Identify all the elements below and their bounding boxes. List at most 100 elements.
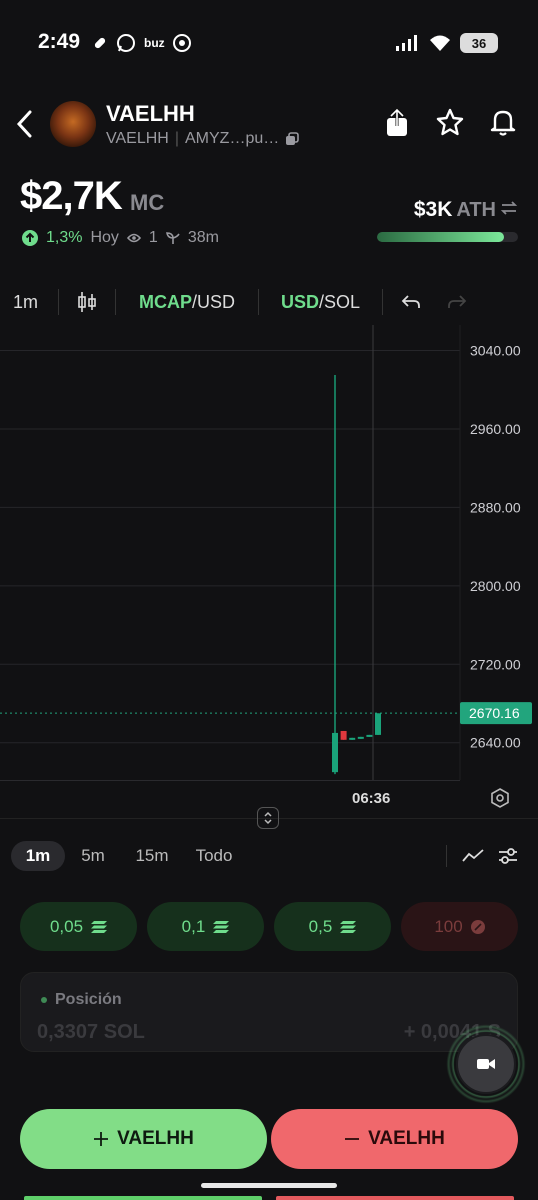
market-cap-value: $2,7K <box>20 174 123 218</box>
y-tick-label: 2720.00 <box>470 656 521 672</box>
currency-toggle[interactable]: USD/SOL <box>281 292 360 313</box>
candle-body <box>349 737 356 740</box>
battery-icon: 36 <box>460 33 498 53</box>
token-symbol: VAELHH <box>106 130 169 147</box>
quick-buy-amount: 0,05 <box>49 916 84 936</box>
share-icon[interactable] <box>384 108 410 138</box>
line-chart-icon[interactable] <box>462 848 484 864</box>
mcap-toggle[interactable]: MCAP/USD <box>139 292 235 313</box>
usd-label: USD <box>281 291 320 312</box>
copy-icon[interactable] <box>285 132 300 146</box>
buy-button[interactable]: VAELHH <box>20 1109 267 1169</box>
token-address[interactable]: AMYZ…pu… <box>185 130 279 148</box>
buy-button-peek <box>24 1196 262 1200</box>
timeframe-1m[interactable]: 1m <box>11 841 65 871</box>
ath-label: ATH <box>456 199 496 221</box>
star-icon[interactable] <box>436 108 464 136</box>
token-subtitle: VAELHH | AMYZ…pu… <box>106 130 300 148</box>
usd-quote: /SOL <box>319 291 361 312</box>
quick-buy-0-5[interactable]: 0,5 <box>274 902 391 951</box>
status-time: 2:49 <box>38 30 81 53</box>
position-amount: 0,3307 SOL <box>37 1021 145 1043</box>
quick-buy-0-1[interactable]: 0,1 <box>147 902 264 951</box>
quick-sell-amount: 100 <box>434 916 463 936</box>
buz-badge: buz <box>144 36 165 50</box>
header-actions <box>384 108 516 138</box>
quick-buy-amount: 0,1 <box>181 916 206 936</box>
toolbar-divider <box>58 289 60 315</box>
price-chart[interactable]: 3040.00 2960.00 2880.00 2800.00 2720.00 2640.… <box>0 325 538 825</box>
candle-body <box>332 732 338 773</box>
minus-icon <box>345 1138 360 1140</box>
quick-sell-100: 100 <box>401 902 518 951</box>
x-axis-time-label: 06:36 <box>352 790 391 807</box>
ath-progress-fill <box>377 232 504 242</box>
position-header: Posición <box>41 991 122 1009</box>
buy-label: VAELHH <box>117 1128 194 1149</box>
candle <box>357 736 364 739</box>
home-indicator[interactable] <box>201 1183 337 1188</box>
signal-icon <box>396 35 417 51</box>
token-name: VAELHH <box>106 101 195 126</box>
position-dot <box>41 997 47 1003</box>
battery-level: 36 <box>471 35 487 51</box>
mcap-quote: /USD <box>192 291 236 312</box>
back-button[interactable] <box>14 108 36 145</box>
y-tick-label: 2800.00 <box>470 578 521 594</box>
token-age: 38m <box>187 229 219 246</box>
candlestick-icon[interactable] <box>77 291 97 313</box>
timeframe-all[interactable]: Todo <box>188 841 240 871</box>
sell-button-peek <box>276 1196 514 1200</box>
resize-handle[interactable] <box>257 807 279 829</box>
pill-icon <box>94 37 106 49</box>
chevron-left-icon <box>16 110 32 138</box>
plus-icon <box>94 1132 109 1146</box>
ath-value: $3K <box>413 198 453 221</box>
ath-block: $3K ATH <box>414 198 518 222</box>
wifi-icon <box>430 35 450 51</box>
candle-body <box>340 730 347 740</box>
timeframe-5m[interactable]: 5m <box>72 841 114 871</box>
toolbar-divider <box>382 289 384 315</box>
y-tick-label: 2640.00 <box>470 735 521 751</box>
system-icons: 36 <box>396 33 498 53</box>
sliders-icon[interactable] <box>498 846 518 866</box>
current-price-label: 2670.16 <box>469 705 520 721</box>
current-price-line: 2670.16 <box>0 702 532 725</box>
candle <box>340 730 347 740</box>
video-record-button[interactable] <box>456 1034 516 1094</box>
timeframe-15m[interactable]: 15m <box>127 841 177 871</box>
price-change: 1,3% <box>46 229 83 246</box>
candle-body <box>366 734 373 737</box>
sell-button[interactable]: VAELHH <box>271 1109 518 1169</box>
position-card[interactable]: Posición 0,3307 SOL + 0,0041 S <box>20 972 518 1052</box>
candle-body <box>375 713 381 735</box>
candle <box>332 375 338 775</box>
quick-buy-amount: 0,5 <box>308 916 333 936</box>
hexagon-settings-icon[interactable] <box>490 788 510 808</box>
bell-icon[interactable] <box>490 108 516 136</box>
chart-toolbar: 1m MCAP/USD USD/SOL <box>0 284 538 320</box>
price-stats: 1,3% Hoy 1 38m <box>22 229 219 247</box>
ath-progress-bar <box>377 232 518 242</box>
timeframe-divider <box>446 845 447 867</box>
chart-grid <box>0 349 460 744</box>
y-axis-ticks: 3040.00 2960.00 2880.00 2800.00 2720.00 2640.… <box>470 342 521 750</box>
interval-selector[interactable]: 1m <box>13 292 38 313</box>
expand-vertical-icon <box>264 811 272 825</box>
candle <box>375 713 381 735</box>
solana-icon <box>340 920 357 933</box>
sprout-icon <box>165 232 180 244</box>
redo-icon <box>448 295 467 308</box>
token-avatar <box>50 101 96 147</box>
toolbar-divider <box>115 289 117 315</box>
period-label: Hoy <box>90 229 119 246</box>
y-tick-label: 2880.00 <box>470 499 521 515</box>
divider: | <box>174 130 179 147</box>
undo-icon[interactable] <box>401 294 421 310</box>
quick-buy-0-05[interactable]: 0,05 <box>20 902 137 951</box>
position-title: Posición <box>55 991 122 1008</box>
swap-icon[interactable] <box>500 200 518 216</box>
candle-body <box>357 736 364 739</box>
y-tick-label: 2960.00 <box>470 421 521 437</box>
